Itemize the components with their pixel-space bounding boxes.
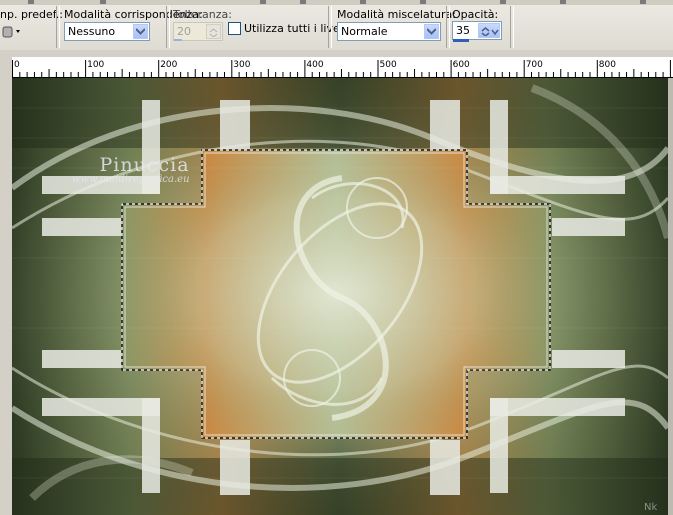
ruler-label: 0	[14, 60, 20, 70]
ruler-ticks	[12, 60, 671, 77]
use-all-layers-checkbox[interactable]	[228, 22, 241, 35]
separator	[446, 6, 450, 48]
blend-mode-select[interactable]: Normale	[337, 22, 441, 41]
tolerance-slider[interactable]	[174, 39, 182, 41]
blend-mode-value: Normale	[341, 25, 388, 38]
blend-mode-label: Modalità miscelatura:	[337, 8, 456, 21]
corner-mark: Nk	[644, 502, 657, 513]
ruler-label: 600	[452, 60, 470, 70]
spinner-arrows-icon[interactable]	[478, 23, 500, 38]
chevron-down-icon[interactable]	[133, 24, 148, 39]
ruler-label: 700	[525, 60, 543, 70]
horizontal-ruler: 0 100 200 300 400 500 600 700 800	[12, 57, 673, 78]
watermark-title: Pinuccia	[99, 154, 190, 176]
vertical-ruler-area	[0, 57, 12, 515]
artwork: Nk	[12, 78, 668, 515]
use-all-layers-label: Utilizza tutti i livelli	[244, 22, 349, 35]
opacity-label: Opacità:	[452, 8, 499, 21]
preset-label: np. predef.:	[0, 8, 64, 21]
ruler-label: 100	[87, 60, 105, 70]
separator	[56, 6, 60, 48]
tolerance-value: 20	[177, 25, 191, 38]
match-mode-value: Nessuno	[68, 25, 116, 38]
separator	[328, 6, 332, 48]
vertical-scrollbar[interactable]	[668, 78, 673, 515]
image-canvas[interactable]: Nk Pinuccia www.maidiregrafica.eu	[12, 78, 668, 515]
opacity-slider[interactable]	[453, 39, 469, 42]
tolerance-label: Tolleranza:	[173, 8, 232, 21]
watermark-url: www.maidiregrafica.eu	[72, 174, 190, 185]
watermark: Pinuccia www.maidiregrafica.eu	[72, 154, 190, 185]
ruler-label: 800	[598, 60, 616, 70]
tool-options-bar: np. predef.: Modalità corrispondenza: Ne…	[0, 0, 673, 51]
ruler-label: 500	[379, 60, 397, 70]
ruler-label: 300	[233, 60, 251, 70]
chevron-down-icon[interactable]	[424, 24, 439, 39]
separator	[166, 6, 170, 48]
top-strip	[0, 0, 673, 5]
separator	[510, 6, 514, 48]
spinner-arrows-icon[interactable]	[206, 24, 221, 39]
ruler-label: 200	[160, 60, 178, 70]
preset-dropdown[interactable]	[2, 24, 24, 43]
bucket-icon	[2, 26, 20, 38]
opacity-value: 35	[456, 24, 470, 37]
workspace-gap	[0, 50, 673, 57]
ruler-label: 400	[306, 60, 324, 70]
opacity-spinner[interactable]: 35	[452, 21, 502, 40]
match-mode-select[interactable]: Nessuno	[64, 22, 150, 41]
